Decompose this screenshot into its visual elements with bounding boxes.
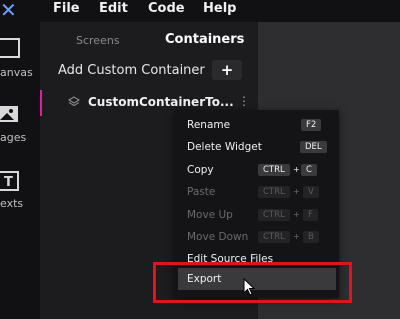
app-logo-icon: ✕	[0, 0, 17, 22]
images-icon	[0, 106, 18, 122]
mouse-cursor-icon	[243, 278, 255, 296]
menu-code[interactable]: Code	[148, 1, 185, 16]
tab-screens[interactable]: Screens	[76, 34, 120, 47]
shortcut-key: CTRL	[258, 209, 290, 221]
texts-icon: T	[0, 171, 19, 191]
shortcut-plus: +	[293, 232, 300, 241]
shortcut-key: DEL	[300, 141, 327, 153]
rail-label-texts: exts	[0, 197, 24, 210]
add-custom-container-button[interactable]: +	[212, 60, 242, 80]
menu-item-delete-widget-label: Delete Widget	[187, 141, 262, 153]
shortcut-key: C	[301, 164, 317, 176]
menu-bar: ✕ File Edit Code Help	[0, 0, 400, 22]
rail-label-images: ages	[0, 131, 27, 144]
shortcut-plus: +	[293, 210, 300, 219]
shortcut-key: V	[303, 186, 319, 198]
add-custom-container-row: Add Custom Container +	[40, 60, 258, 82]
shortcut-plus: +	[293, 187, 300, 196]
menu-file[interactable]: File	[53, 1, 80, 16]
shortcut-key: F	[303, 209, 318, 221]
menu-item-rename-label: Rename	[187, 119, 231, 131]
menu-edit[interactable]: Edit	[99, 1, 128, 16]
shortcut-key: B	[303, 231, 319, 243]
container-name: CustomContainerTo...	[88, 95, 234, 109]
rail-label-canvas: anvas	[0, 66, 33, 79]
menu-item-copy-label: Copy	[187, 164, 214, 176]
svg-text:T: T	[4, 175, 13, 190]
menu-help[interactable]: Help	[203, 1, 236, 16]
left-rail: anvas ages T exts	[0, 22, 40, 319]
canvas-icon	[0, 38, 20, 58]
menu-item-paste-label: Paste	[187, 186, 216, 198]
menu-item-move-down-label: Move Down	[187, 231, 249, 243]
menu-item-move-up-label: Move Up	[187, 209, 233, 221]
shortcut-key: CTRL	[258, 164, 290, 176]
shortcut-key: CTRL	[258, 231, 290, 243]
tab-containers[interactable]: Containers	[165, 32, 244, 47]
add-custom-container-label: Add Custom Container	[58, 63, 205, 78]
shortcut-plus: +	[293, 165, 300, 174]
shortcut-key: CTRL	[258, 186, 290, 198]
layers-icon	[68, 96, 80, 107]
kebab-menu-icon[interactable]: ⋮	[238, 94, 250, 108]
shortcut-key: F2	[301, 119, 322, 131]
